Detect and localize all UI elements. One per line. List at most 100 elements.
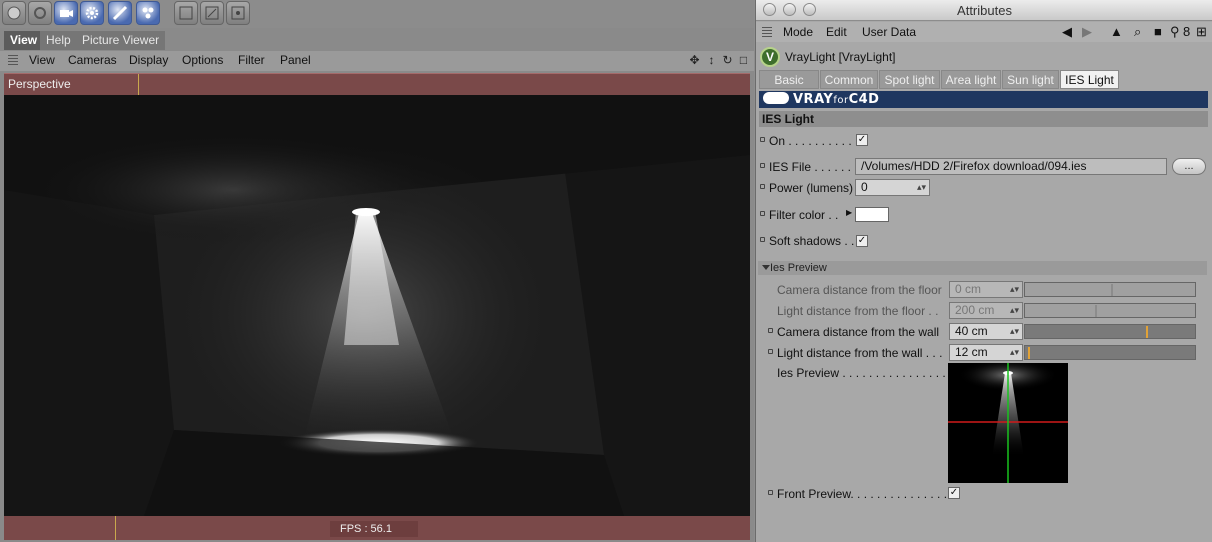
ies-preview-group-header[interactable]: Ies Preview [758,261,1207,275]
tab-ies-light[interactable]: IES Light [1060,70,1119,89]
browse-button[interactable]: ... [1172,158,1206,175]
spinner-icon[interactable]: ▴▾ [917,180,926,195]
tab-basic[interactable]: Basic [759,70,819,89]
soft-shadows-label: Soft shadows . . [769,234,855,248]
tab-help[interactable]: Help [40,31,77,50]
spinner-icon[interactable]: ▴▾ [1010,324,1019,339]
molecule-icon[interactable] [136,1,160,25]
menu-view[interactable]: View [29,53,55,67]
ies-file-label: IES File . . . . . . . [769,160,858,174]
slider-knob[interactable] [1028,347,1030,359]
gear-icon[interactable] [28,1,52,25]
camera-wall-label: Camera distance from the wall [777,325,940,339]
front-preview-checkbox[interactable]: ✓ [948,487,960,499]
rotate-icon[interactable]: ↻ [721,54,734,67]
menu-cameras[interactable]: Cameras [68,53,117,67]
viewport-render[interactable] [4,95,750,516]
sphere-icon[interactable] [2,1,26,25]
window-title: Attributes [957,3,1012,18]
ies-preview-render [948,363,1068,483]
tab-picture-viewer[interactable]: Picture Viewer [76,31,166,50]
ies-preview-label: Ies Preview . . . . . . . . . . . . . . … [777,366,953,380]
window-titlebar[interactable]: Attributes [756,0,1212,21]
menu-options[interactable]: Options [182,53,223,67]
render-edit-icon[interactable] [200,1,224,25]
light-wall-input[interactable]: 12 cm ▴▾ [949,344,1023,361]
animation-bullet[interactable] [768,490,773,495]
render-icon[interactable] [174,1,198,25]
camera-wall-slider[interactable] [1024,324,1196,339]
tab-view[interactable]: View [4,31,44,50]
camera-wall-input[interactable]: 40 cm ▴▾ [949,323,1023,340]
light-floor-input[interactable]: 200 cm ▴▾ [949,302,1023,319]
filter-color-label: Filter color . . [769,208,839,222]
forward-arrow-icon[interactable]: ▶ [1082,24,1092,40]
spinner-icon[interactable]: ▴▾ [1010,303,1019,318]
slider-knob[interactable] [1095,305,1097,317]
animation-bullet[interactable] [760,163,765,168]
menu-filter[interactable]: Filter [238,53,265,67]
menu-panel[interactable]: Panel [280,53,311,67]
expand-arrow-icon[interactable]: ▶ [846,208,852,217]
object-header: V VrayLight [VrayLight] [756,46,1212,68]
maximize-icon[interactable]: □ [737,54,750,67]
viewport-panel: View Help Picture Viewer View Cameras Di… [0,0,754,542]
main-toolbar [0,0,754,28]
animation-bullet[interactable] [760,237,765,242]
back-arrow-icon[interactable]: ◀ [1062,24,1072,40]
attributes-menubar: Mode Edit User Data ◀ ▶ ▲ ⌕ ■ ⚲ 8 ⊞ [756,22,1212,42]
ies-file-input[interactable]: /Volumes/HDD 2/Firefox download/094.ies [855,158,1167,175]
animation-bullet[interactable] [768,349,773,354]
object-name: VrayLight [VrayLight] [785,50,896,64]
tab-area-light[interactable]: Area light [941,70,1001,89]
light-floor-value: 200 cm [955,303,995,317]
tab-common[interactable]: Common [820,70,878,89]
link-icon[interactable]: 8 [1183,24,1190,39]
light-wall-label: Light distance from the wall . . . [777,346,943,360]
power-input[interactable]: 0 ▴▾ [855,179,930,196]
menu-edit[interactable]: Edit [826,25,847,39]
on-checkbox[interactable]: ✓ [856,134,868,146]
tab-sun-light[interactable]: Sun light [1002,70,1059,89]
animation-bullet[interactable] [768,328,773,333]
grip-icon [8,55,18,65]
spinner-icon[interactable]: ▴▾ [1010,282,1019,297]
lock-icon[interactable]: ■ [1154,24,1162,39]
camera-floor-value: 0 cm [955,282,982,296]
zoom-icon[interactable]: ↕ [705,54,718,67]
power-value: 0 [861,180,868,194]
light-wall-value: 12 cm [955,345,988,359]
move-icon[interactable]: ✥ [688,54,701,67]
section-title: IES Light [759,111,1208,127]
gear-icon[interactable] [80,1,104,25]
spinner-icon[interactable]: ▴▾ [1010,345,1019,360]
soft-shadows-checkbox[interactable]: ✓ [856,235,868,247]
settings-icon[interactable] [226,1,250,25]
animation-bullet[interactable] [760,137,765,142]
search-icon[interactable]: ⌕ [1134,24,1141,40]
pin-icon[interactable]: ⚲ [1170,24,1180,40]
power-row: Power (lumens) 0 ▴▾ [759,178,1209,198]
soft-shadows-row: Soft shadows . . ✓ [759,231,1209,251]
filter-color-row: Filter color . . ▶ [759,205,1209,225]
camera-floor-input[interactable]: 0 cm ▴▾ [949,281,1023,298]
filter-color-swatch[interactable] [855,207,889,222]
slider-knob[interactable] [1111,284,1113,296]
light-wall-slider[interactable] [1024,345,1196,360]
camera-floor-slider[interactable] [1024,282,1196,297]
deformer-icon[interactable] [108,1,132,25]
light-floor-slider[interactable] [1024,303,1196,318]
animation-bullet[interactable] [760,211,765,216]
tab-spot-light[interactable]: Spot light [879,70,940,89]
up-arrow-icon[interactable]: ▲ [1110,24,1123,39]
menu-mode[interactable]: Mode [783,25,813,39]
camera-icon[interactable] [54,1,78,25]
menu-display[interactable]: Display [129,53,168,67]
slider-knob[interactable] [1146,326,1148,338]
power-label: Power (lumens) [769,181,854,195]
collapse-triangle-icon[interactable] [762,265,770,270]
menu-user-data[interactable]: User Data [862,25,916,39]
front-preview-row: Front Preview. . . . . . . . . . . . . .… [759,484,1209,504]
new-panel-icon[interactable]: ⊞ [1196,24,1207,40]
animation-bullet[interactable] [760,184,765,189]
